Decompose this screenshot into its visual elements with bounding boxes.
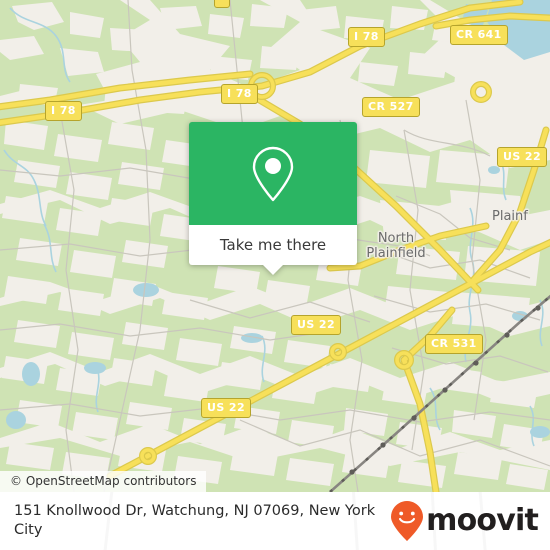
popup-action[interactable]: Take me there [189, 225, 357, 275]
moovit-logo[interactable]: moovit [390, 500, 539, 542]
shield-cr531: CR 531 [425, 334, 483, 354]
take-me-there-label: Take me there [219, 236, 327, 254]
footer-bar: 151 Knollwood Dr, Watchung, NJ 07069, Ne… [0, 492, 550, 550]
moovit-wordmark: moovit [426, 503, 539, 538]
shield-us22-bottom: US 22 [201, 398, 251, 418]
moovit-map-screen: North Plainfield Plainf I 78 I 78 I 78 C… [0, 0, 550, 550]
shield-i78-right: I 78 [348, 27, 385, 47]
popup-tail [262, 264, 284, 275]
shield-clipped-top [214, 0, 231, 8]
map-pin-icon [249, 144, 297, 204]
popup-header [189, 122, 357, 225]
destination-popup[interactable]: Take me there [189, 122, 357, 275]
map-canvas[interactable]: North Plainfield Plainf I 78 I 78 I 78 C… [0, 0, 550, 492]
shield-cr641: CR 641 [450, 25, 508, 45]
moovit-smile-pin-icon [390, 500, 424, 542]
shield-us22-right: US 22 [497, 147, 547, 167]
osm-attribution[interactable]: © OpenStreetMap contributors [0, 471, 207, 492]
shield-i78-top: I 78 [221, 84, 258, 104]
shield-cr527: CR 527 [362, 97, 420, 117]
address-label: 151 Knollwood Dr, Watchung, NJ 07069, Ne… [14, 503, 376, 538]
shield-i78-left: I 78 [45, 101, 82, 121]
shield-us22-mid: US 22 [291, 315, 341, 335]
